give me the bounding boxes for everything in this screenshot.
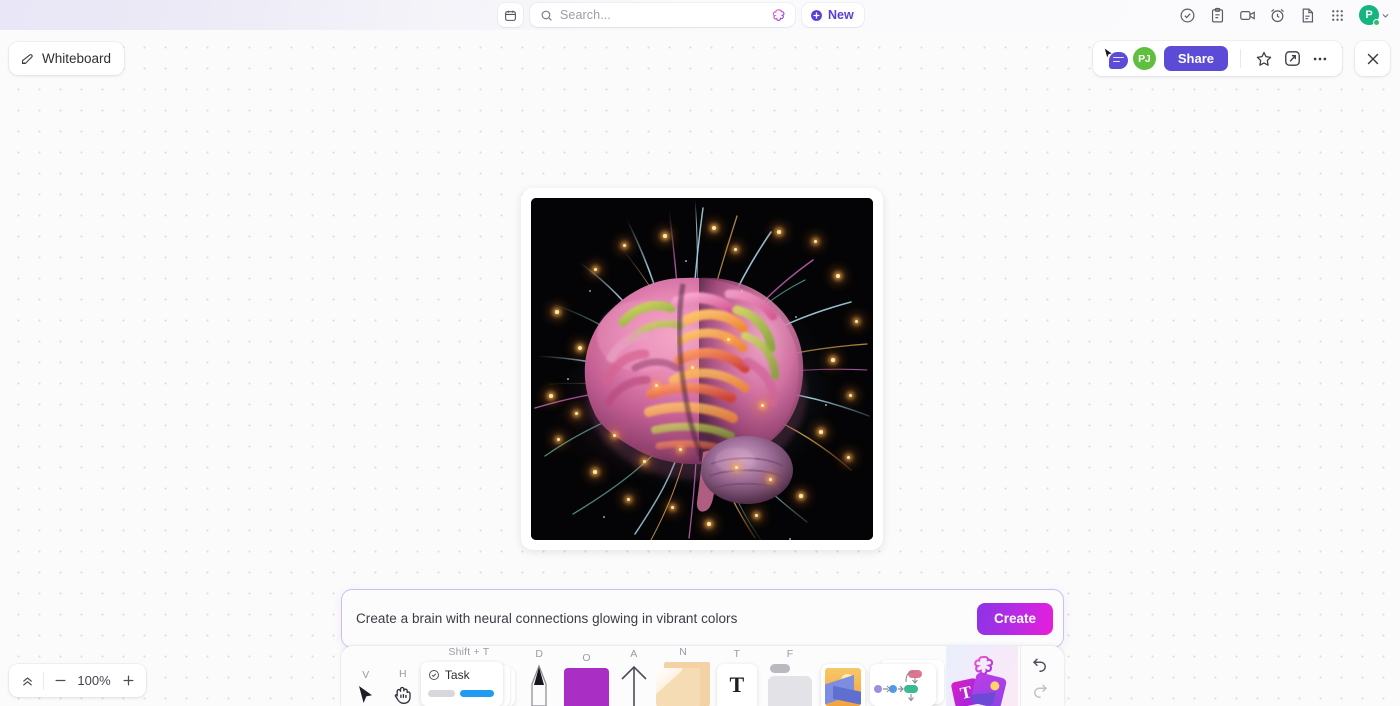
collapse-button[interactable] [13, 667, 41, 695]
toolbar-divider [1240, 49, 1241, 68]
history-controls [1020, 646, 1058, 706]
prompt-input[interactable]: Create a brain with neural connections g… [356, 611, 977, 626]
collaborator-initials: PJ [1138, 52, 1151, 65]
ai-prompt-bar[interactable]: Create a brain with neural connections g… [341, 589, 1064, 648]
arrow-tool[interactable]: A [611, 646, 656, 706]
hand-tool-shortcut: H [398, 668, 407, 680]
frame-tool-shortcut: F [786, 648, 794, 660]
pen-tool[interactable]: D [517, 646, 562, 706]
flowchart-tool[interactable] [870, 646, 946, 706]
bottom-tool-toolbar: V H Shift + T Task D O A N T T F T [341, 646, 1064, 706]
pen-icon [522, 664, 556, 706]
text-tool[interactable]: T T [710, 646, 763, 706]
close-icon [1367, 53, 1378, 64]
star-icon [1256, 51, 1272, 66]
zoom-controls: 100% [9, 664, 146, 697]
check-circle-icon [428, 670, 439, 680]
text-tool-shortcut: T [733, 648, 741, 660]
sticky-note-icon [656, 662, 711, 706]
arrow-up-icon [618, 664, 650, 706]
hand-tool[interactable]: H [385, 646, 421, 706]
chevron-down-icon [1382, 13, 1389, 18]
select-tool-shortcut: V [362, 669, 370, 681]
board-title-pill[interactable]: Whiteboard [9, 42, 125, 75]
task-tool[interactable]: Shift + T Task [420, 646, 517, 706]
collaborator-avatar[interactable]: PJ [1132, 47, 1156, 70]
expand-icon [1284, 51, 1300, 66]
ai-sparkle-icon [974, 655, 994, 675]
image-icon [821, 664, 866, 706]
zoom-divider [43, 671, 44, 690]
undo-icon[interactable] [1031, 654, 1049, 672]
note-tool-shortcut: N [679, 646, 688, 658]
shape-square-icon [564, 668, 610, 706]
calendar-icon-button[interactable] [498, 3, 523, 27]
share-button[interactable]: Share [1163, 46, 1228, 71]
redo-icon[interactable] [1031, 680, 1049, 698]
alarm-clock-icon[interactable] [1269, 7, 1286, 24]
app-top-bar: Search... New P [0, 0, 1400, 30]
shape-tool-shortcut: O [582, 652, 591, 664]
document-icon[interactable] [1299, 7, 1316, 24]
search-box[interactable]: Search... [530, 3, 795, 27]
text-tool-glyph: T [716, 664, 757, 706]
search-icon [541, 10, 552, 21]
appbar-right-icons: P [1179, 0, 1390, 30]
task-card-icon: Task [420, 662, 517, 706]
select-tool[interactable]: V [347, 646, 385, 706]
more-horizontal-icon [1313, 57, 1327, 60]
pen-edit-icon [21, 54, 33, 65]
sticky-note-tool[interactable]: N [656, 646, 711, 706]
board-actions-toolbar: PJ Share [1092, 41, 1342, 76]
new-button[interactable]: New [802, 3, 864, 27]
share-button-label: Share [1177, 51, 1214, 66]
new-button-label: New [828, 8, 854, 22]
avatar[interactable]: P [1359, 5, 1380, 26]
task-tool-shortcut: Shift + T [448, 646, 490, 658]
comment-cursor-icon[interactable] [1103, 48, 1129, 70]
ai-tool[interactable]: T [946, 646, 1019, 706]
board-title: Whiteboard [42, 51, 112, 66]
glow-particles [531, 198, 873, 540]
create-button[interactable]: Create [976, 602, 1053, 635]
check-circle-icon[interactable] [1179, 7, 1196, 24]
plus-icon [123, 675, 133, 686]
cursor-icon [357, 685, 374, 706]
create-button-label: Create [993, 611, 1036, 626]
zoom-in-button[interactable] [114, 667, 142, 695]
generated-brain-image[interactable] [531, 198, 873, 540]
expand-button[interactable] [1278, 45, 1306, 73]
cursor-pointer-icon [1104, 48, 1112, 57]
more-options-button[interactable] [1306, 45, 1334, 73]
apps-grid-icon[interactable] [1329, 7, 1346, 24]
shape-tool[interactable]: O [562, 646, 612, 706]
pen-tool-shortcut: D [535, 648, 544, 660]
task-card-label: Task [444, 668, 470, 682]
calendar-icon [505, 10, 516, 21]
zoom-level[interactable]: 100% [74, 673, 114, 688]
appbar-center-group: Search... New [498, 3, 864, 27]
frame-icon [768, 664, 813, 706]
account-menu[interactable]: P [1359, 5, 1390, 26]
video-camera-icon[interactable] [1239, 7, 1256, 24]
text-tile-icon: T [716, 664, 757, 706]
search-input[interactable]: Search... [560, 8, 765, 22]
minus-icon [55, 679, 65, 682]
arrow-tool-shortcut: A [630, 648, 638, 660]
zoom-out-button[interactable] [46, 667, 74, 695]
frame-tool[interactable]: F [763, 646, 816, 706]
whiteboard-app: Search... New P Whiteboard PJ Share Crea… [0, 0, 1400, 706]
star-button[interactable] [1250, 45, 1278, 73]
circle-plus-icon [811, 9, 822, 21]
hand-icon [393, 684, 413, 706]
flowchart-icon [870, 660, 946, 706]
clipboard-icon[interactable] [1209, 7, 1226, 24]
image-tool[interactable] [817, 646, 870, 706]
avatar-initial: P [1365, 9, 1373, 21]
presence-dot [1373, 19, 1380, 26]
double-chevron-up-icon [22, 677, 32, 686]
ai-sparkle-icon[interactable] [772, 8, 787, 23]
close-button[interactable] [1355, 41, 1390, 76]
generated-image-card[interactable] [521, 188, 883, 550]
